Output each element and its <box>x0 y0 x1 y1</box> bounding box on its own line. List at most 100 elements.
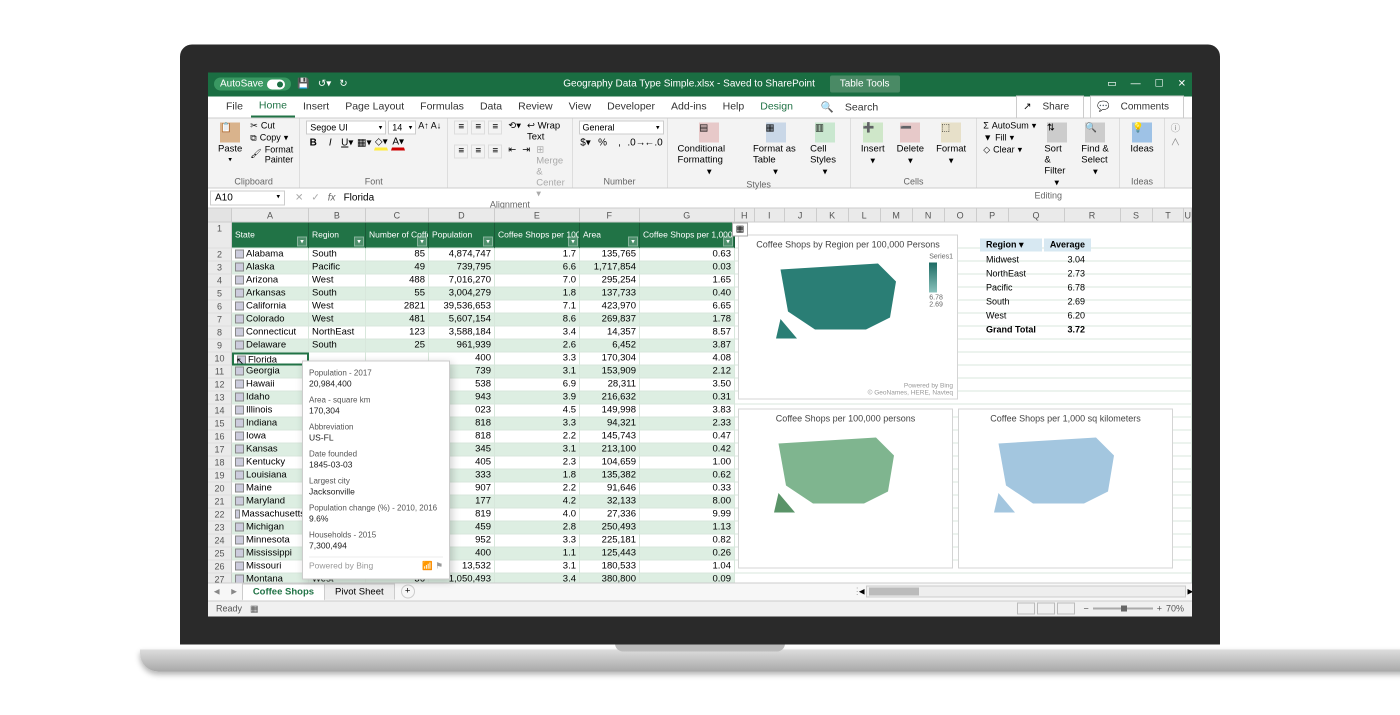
geography-icon[interactable] <box>235 457 244 466</box>
tab-file[interactable]: File <box>218 97 251 117</box>
cell-region[interactable]: West <box>309 300 366 313</box>
cell-num[interactable]: 55 <box>366 287 429 300</box>
chart-per100k-map[interactable]: Coffee Shops per 100,000 persons <box>738 408 953 568</box>
cell-persqkm[interactable]: 0.42 <box>640 443 735 456</box>
geography-icon[interactable] <box>235 314 244 323</box>
col-header[interactable]: F <box>580 208 640 221</box>
row-header[interactable]: 8 <box>208 326 232 339</box>
cell-persqkm[interactable]: 9.99 <box>640 508 735 521</box>
cell-persqkm[interactable]: 0.40 <box>640 287 735 300</box>
cell-area[interactable]: 135,765 <box>580 248 640 261</box>
geography-icon[interactable] <box>235 470 244 479</box>
cell-state[interactable]: Iowa <box>232 430 309 443</box>
cell-area[interactable]: 153,909 <box>580 365 640 378</box>
cell-region[interactable]: NorthEast <box>309 326 366 339</box>
macro-record-icon[interactable]: ▦ <box>250 603 259 614</box>
row-header[interactable]: 3 <box>208 261 232 274</box>
cell-persqkm[interactable]: 3.50 <box>640 378 735 391</box>
fx-icon[interactable]: fx <box>328 192 336 203</box>
row-header[interactable]: 4 <box>208 274 232 287</box>
cell-persqkm[interactable]: 6.65 <box>640 300 735 313</box>
cell-persqkm[interactable]: 0.82 <box>640 534 735 547</box>
row-header[interactable]: 2 <box>208 248 232 261</box>
cell-per100k[interactable]: 6.9 <box>495 378 580 391</box>
tab-developer[interactable]: Developer <box>599 97 663 117</box>
collapse-ribbon-icon[interactable]: ⓘ ∧ <box>1165 118 1192 187</box>
share-button[interactable]: ↗ Share <box>1016 95 1084 118</box>
col-header[interactable]: O <box>945 208 977 221</box>
cell-persqkm[interactable]: 0.26 <box>640 547 735 560</box>
cell-region[interactable]: West <box>309 274 366 287</box>
geography-icon[interactable] <box>235 366 244 375</box>
redo-icon[interactable]: ↻ <box>339 79 347 90</box>
cell-state[interactable]: Alabama <box>232 248 309 261</box>
cell-area[interactable]: 213,100 <box>580 443 640 456</box>
cell-per100k[interactable]: 3.1 <box>495 443 580 456</box>
cell-per100k[interactable]: 2.2 <box>495 430 580 443</box>
row-header[interactable]: 14 <box>208 404 232 417</box>
tab-data[interactable]: Data <box>472 97 510 117</box>
paste-button[interactable]: 📋Paste▾ <box>214 120 246 165</box>
cell-per100k[interactable]: 8.6 <box>495 313 580 326</box>
cell-region[interactable]: South <box>309 248 366 261</box>
cell-state[interactable]: Missouri <box>232 560 309 573</box>
shrink-font-icon[interactable]: A↓ <box>431 120 442 134</box>
cell-persqkm[interactable]: 2.12 <box>640 365 735 378</box>
cell-pop[interactable]: 7,016,270 <box>429 274 495 287</box>
tab-design[interactable]: Design <box>752 97 801 117</box>
col-header[interactable]: G <box>640 208 735 221</box>
cell-state[interactable]: Massachusetts <box>232 508 309 521</box>
row-header[interactable]: 13 <box>208 391 232 404</box>
cell-per100k[interactable]: 7.1 <box>495 300 580 313</box>
cell-per100k[interactable]: 3.1 <box>495 560 580 573</box>
pivot-table[interactable]: Region ▾Average Midwest3.04 NorthEast2.7… <box>978 236 1093 337</box>
col-header[interactable]: D <box>429 208 495 221</box>
cell-persqkm[interactable]: 0.62 <box>640 469 735 482</box>
cell-per100k[interactable]: 4.5 <box>495 404 580 417</box>
col-header[interactable]: E <box>495 208 580 221</box>
cell-num[interactable]: 481 <box>366 313 429 326</box>
geography-icon[interactable] <box>235 483 244 492</box>
cell-state[interactable]: Kansas <box>232 443 309 456</box>
tab-view[interactable]: View <box>561 97 600 117</box>
col-header[interactable]: S <box>1121 208 1153 221</box>
cell-area[interactable]: 6,452 <box>580 339 640 352</box>
format-as-table-button[interactable]: ▦Format as Table▾ <box>749 120 802 179</box>
cell-pop[interactable]: 739,795 <box>429 261 495 274</box>
cell-per100k[interactable]: 2.2 <box>495 482 580 495</box>
cell-state[interactable]: Arizona <box>232 274 309 287</box>
format-cells-button[interactable]: ⬚Format▾ <box>932 120 970 168</box>
grow-font-icon[interactable]: A↑ <box>418 120 429 134</box>
tab-help[interactable]: Help <box>715 97 753 117</box>
cell-persqkm[interactable]: 1.13 <box>640 521 735 534</box>
row-header[interactable]: 24 <box>208 534 232 547</box>
geography-icon[interactable] <box>235 301 244 310</box>
geography-icon[interactable] <box>235 392 244 401</box>
cell-num[interactable]: 123 <box>366 326 429 339</box>
cell-state[interactable]: Hawaii <box>232 378 309 391</box>
tab-formulas[interactable]: Formulas <box>412 97 472 117</box>
toggle-on-icon[interactable] <box>267 79 285 89</box>
formula-input[interactable]: Florida <box>344 192 375 203</box>
cell-area[interactable]: 104,659 <box>580 456 640 469</box>
cell-num[interactable]: 85 <box>366 248 429 261</box>
table-header[interactable]: Number of Coffee Shops▾ <box>366 222 429 248</box>
cell-persqkm[interactable]: 8.00 <box>640 495 735 508</box>
undo-icon[interactable]: ↺▾ <box>318 79 331 90</box>
cell-persqkm[interactable]: 0.63 <box>640 248 735 261</box>
font-name-select[interactable]: Segoe UI▾ <box>306 120 386 134</box>
zoom-level[interactable]: 70% <box>1166 604 1184 614</box>
cell-persqkm[interactable]: 3.83 <box>640 404 735 417</box>
pagebreak-view-icon[interactable] <box>1057 603 1075 615</box>
row-header[interactable]: 23 <box>208 521 232 534</box>
cell-per100k[interactable]: 3.9 <box>495 391 580 404</box>
cell-state[interactable]: Kentucky <box>232 456 309 469</box>
align-top-icon[interactable]: ≡ <box>454 120 468 134</box>
row-header[interactable]: 19 <box>208 469 232 482</box>
cell-state[interactable]: Connecticut <box>232 326 309 339</box>
cell-per100k[interactable]: 3.3 <box>495 352 580 365</box>
cell-state[interactable]: Arkansas <box>232 287 309 300</box>
cell-num[interactable]: 25 <box>366 339 429 352</box>
cell-region[interactable]: South <box>309 339 366 352</box>
spreadsheet-grid[interactable]: A B C D E F G H I J K L M N O P Q R S T … <box>208 208 1192 608</box>
